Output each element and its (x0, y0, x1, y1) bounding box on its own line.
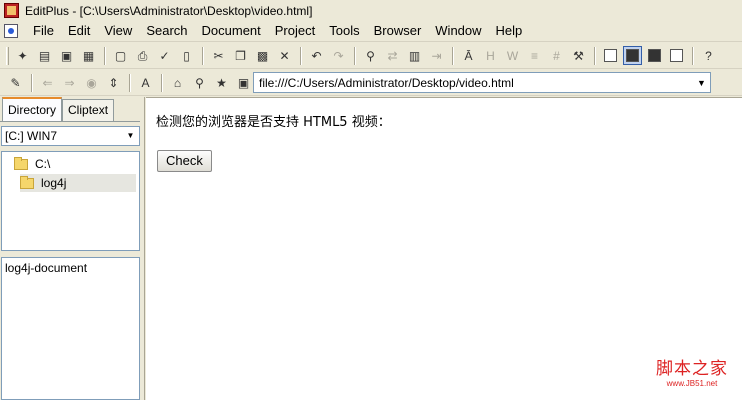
menu-search[interactable]: Search (139, 21, 194, 41)
paste-icon[interactable]: ▩ (253, 46, 272, 65)
print-icon[interactable]: ⎙ (133, 46, 152, 65)
sidebar: Directory Cliptext [C:] WIN7 ▼ C:\ log4j… (0, 97, 142, 400)
tree-item-label: log4j (41, 176, 67, 190)
menu-project[interactable]: Project (268, 21, 322, 41)
stop-icon[interactable]: ◉ (82, 73, 101, 92)
favorites-icon[interactable]: ★ (212, 73, 231, 92)
menu-document[interactable]: Document (195, 21, 268, 41)
forward-icon[interactable]: ⇒ (60, 73, 79, 92)
toolbar-grip[interactable] (6, 46, 9, 65)
chevron-down-icon[interactable]: ▼ (123, 128, 138, 144)
find-icon[interactable]: ⚲ (361, 46, 380, 65)
open-folder-icon[interactable]: ▤ (35, 46, 54, 65)
redo-icon[interactable]: ↷ (329, 46, 348, 65)
menu-file[interactable]: File (26, 21, 61, 41)
tab-directory[interactable]: Directory (2, 97, 63, 121)
watermark-logo: 脚本之家 www.JB51.net (656, 354, 728, 388)
cliptext-window-icon[interactable] (645, 46, 664, 65)
cut-icon[interactable]: ✂ (209, 46, 228, 65)
chevron-down-icon[interactable]: ▼ (693, 73, 710, 92)
address-combo[interactable]: file:///C:/Users/Administrator/Desktop/v… (253, 72, 711, 93)
output-window-icon[interactable] (601, 46, 620, 65)
new-file-icon[interactable]: ✦ (13, 46, 32, 65)
home-icon[interactable]: ⌂ (168, 73, 187, 92)
panel-splitter[interactable] (142, 97, 145, 400)
drive-select[interactable]: [C:] WIN7 ▼ (1, 126, 140, 146)
tree-item-label: C:\ (35, 157, 51, 171)
tools-icon[interactable]: ⚒ (569, 46, 588, 65)
save-icon[interactable]: ▣ (57, 46, 76, 65)
refresh-icon[interactable]: ⇕ (104, 73, 123, 92)
font-icon[interactable]: Ā (459, 46, 478, 65)
menu-window[interactable]: Window (428, 21, 488, 41)
editplus-app-icon (4, 3, 19, 18)
spellcheck-icon[interactable]: ✓ (155, 46, 174, 65)
edit-pencil-icon[interactable]: ✎ (6, 73, 25, 92)
menu-bar: File Edit View Search Document Project T… (0, 21, 742, 42)
font-size-icon[interactable]: A (136, 73, 155, 92)
folder-open-icon (20, 175, 34, 189)
watermark-sub: www.JB51.net (666, 379, 718, 388)
search-icon[interactable]: ⚲ (190, 73, 209, 92)
browser-content: 检测您的浏览器是否支持 HTML5 视频： Check 脚本之家 www.JB5… (146, 97, 742, 400)
directory-tree: C:\ log4j (1, 151, 140, 251)
delete-icon[interactable]: ✕ (275, 46, 294, 65)
print-preview-icon[interactable]: ▢ (111, 46, 130, 65)
wordwrap-icon[interactable]: W (503, 46, 522, 65)
menu-help[interactable]: Help (489, 21, 530, 41)
replace-icon[interactable]: ⇄ (383, 46, 402, 65)
goto-icon[interactable]: ▥ (405, 46, 424, 65)
list-item[interactable]: log4j-document (5, 261, 136, 275)
main-toolbar: ✦ ▤ ▣ ▦ ▢ ⎙ ✓ ▯ ✂ ❐ ▩ ✕ ↶ ↷ ⚲ ⇄ ▥ ⇥ Ā H … (0, 43, 742, 69)
line-number-icon[interactable]: # (547, 46, 566, 65)
watermark-main: 脚本之家 (656, 359, 728, 379)
tab-cliptext[interactable]: Cliptext (62, 99, 115, 121)
tree-item-root[interactable]: C:\ (14, 155, 50, 173)
ruler-icon[interactable]: ≡ (525, 46, 544, 65)
folder-icon (14, 156, 28, 170)
check-button[interactable]: Check (157, 150, 212, 172)
drive-select-value: [C:] WIN7 (5, 129, 58, 143)
help-icon[interactable]: ? (699, 46, 718, 65)
menu-view[interactable]: View (97, 21, 139, 41)
directory-window-icon[interactable] (623, 46, 642, 65)
editplus-browser-icon[interactable]: ▣ (234, 73, 253, 92)
address-input[interactable]: file:///C:/Users/Administrator/Desktop/v… (259, 76, 514, 90)
file-list: log4j-document (1, 257, 140, 400)
fullscreen-icon[interactable] (667, 46, 686, 65)
page-heading: 检测您的浏览器是否支持 HTML5 视频： (156, 115, 391, 130)
document-icon[interactable] (4, 24, 18, 38)
heading-icon[interactable]: H (481, 46, 500, 65)
indent-icon[interactable]: ⇥ (427, 46, 446, 65)
copy-icon[interactable]: ❐ (231, 46, 250, 65)
menu-edit[interactable]: Edit (61, 21, 97, 41)
menu-tools[interactable]: Tools (322, 21, 366, 41)
tree-item-log4j[interactable]: log4j (20, 174, 136, 192)
undo-icon[interactable]: ↶ (307, 46, 326, 65)
page-icon[interactable]: ▯ (177, 46, 196, 65)
sidebar-tabs: Directory Cliptext (2, 97, 115, 121)
title-bar: EditPlus - [C:\Users\Administrator\Deskt… (0, 0, 742, 21)
window-title: EditPlus - [C:\Users\Administrator\Deskt… (25, 3, 313, 18)
menu-browser[interactable]: Browser (367, 21, 429, 41)
save-all-icon[interactable]: ▦ (79, 46, 98, 65)
back-icon[interactable]: ⇐ (38, 73, 57, 92)
